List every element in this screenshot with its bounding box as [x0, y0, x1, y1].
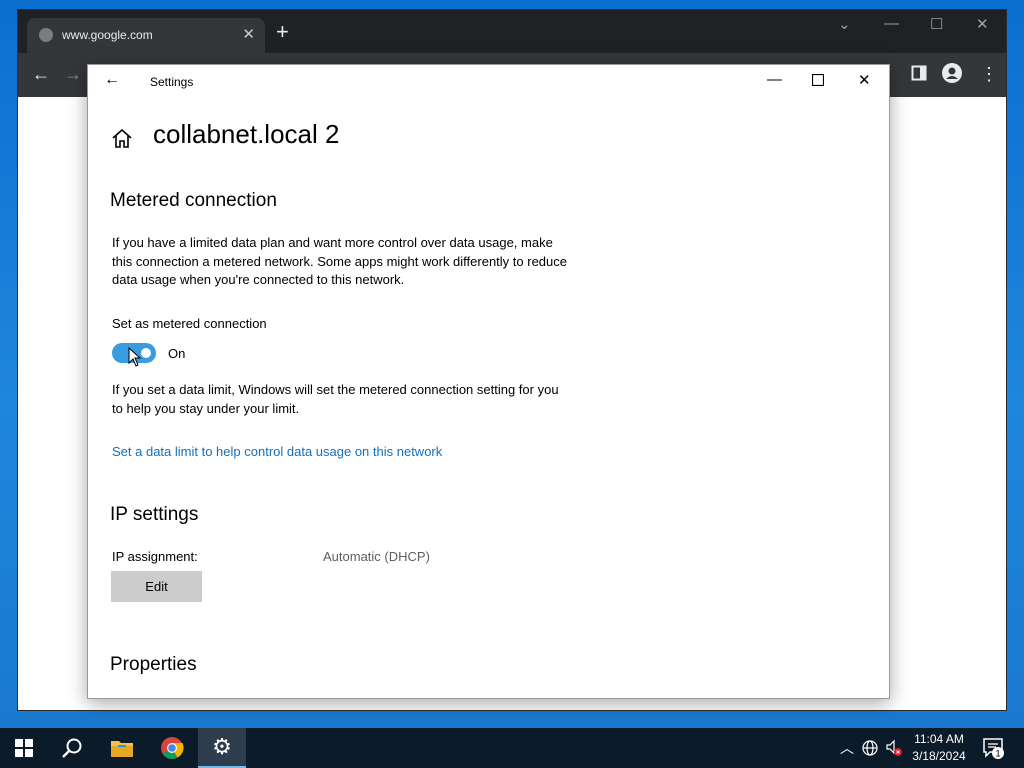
gear-icon: ⚙ [212, 734, 232, 759]
toggle-knob [141, 348, 151, 358]
set-data-limit-link[interactable]: Set a data limit to help control data us… [112, 444, 442, 459]
settings-window: ← Settings — ✕ collabnet.local 2 Metered… [87, 64, 890, 699]
notification-count: 1 [995, 749, 1000, 759]
folder-icon [111, 741, 133, 757]
clock-date: 3/18/2024 [912, 749, 966, 763]
mouse-cursor-icon [128, 347, 142, 367]
edit-ip-button[interactable]: Edit [111, 571, 202, 602]
profile-icon[interactable] [942, 63, 962, 88]
chevron-down-icon[interactable]: ⌄ [838, 15, 851, 33]
kebab-menu-icon[interactable]: ⋮ [980, 64, 998, 85]
settings-window-title: Settings [150, 75, 194, 89]
settings-maximize-button[interactable] [811, 70, 825, 90]
chrome-taskbar-button[interactable] [148, 728, 196, 768]
taskbar: ⚙ ︿ 11:04 AM 3/18/2024 1 [0, 728, 1024, 768]
clock-time: 11:04 AM [914, 732, 964, 746]
new-tab-button[interactable]: + [276, 21, 289, 43]
properties-heading: Properties [110, 654, 197, 675]
browser-minimize-button[interactable]: — [884, 15, 899, 32]
notification-icon[interactable]: 1 [982, 736, 1006, 760]
tab-title: www.google.com [62, 28, 153, 42]
browser-close-button[interactable]: ✕ [976, 15, 989, 33]
tab-close-icon[interactable]: ✕ [242, 25, 255, 43]
tab-strip: www.google.com ✕ + ⌄ — ☐ ✕ [18, 10, 1006, 53]
search-icon [62, 738, 82, 758]
chrome-icon [161, 737, 184, 759]
home-icon[interactable] [110, 127, 134, 151]
network-globe-icon[interactable] [862, 740, 878, 756]
metered-description: If you have a limited data plan and want… [112, 235, 567, 287]
globe-icon [39, 28, 53, 42]
side-panel-icon[interactable] [911, 65, 927, 86]
data-limit-note: If you set a data limit, Windows will se… [112, 382, 559, 416]
metered-toggle-label: Set as metered connection [112, 316, 267, 331]
ip-assignment-value: Automatic (DHCP) [323, 549, 430, 564]
speaker-muted-icon[interactable] [885, 739, 903, 757]
back-arrow-icon[interactable]: ← [32, 64, 50, 85]
ip-settings-heading: IP settings [110, 504, 199, 525]
search-button[interactable] [48, 728, 96, 768]
ip-assignment-label: IP assignment: [112, 549, 198, 564]
settings-taskbar-button[interactable]: ⚙ [198, 728, 246, 768]
settings-close-button[interactable]: ✕ [858, 71, 871, 89]
settings-minimize-button[interactable]: — [767, 71, 782, 88]
browser-maximize-button[interactable]: ☐ [930, 15, 943, 33]
windows-logo-icon [15, 739, 33, 757]
page-title: collabnet.local 2 [153, 119, 340, 149]
settings-titlebar: ← Settings — ✕ [88, 65, 889, 98]
browser-tab[interactable]: www.google.com ✕ [27, 18, 265, 53]
start-button[interactable] [0, 728, 48, 768]
file-explorer-button[interactable] [98, 728, 146, 768]
tray-chevron-up-icon[interactable]: ︿ [840, 738, 854, 758]
forward-arrow-icon[interactable]: → [64, 64, 82, 85]
back-arrow-icon[interactable]: ← [104, 71, 120, 89]
metered-connection-heading: Metered connection [110, 190, 277, 211]
toggle-state-text: On [168, 346, 186, 361]
system-clock[interactable]: 11:04 AM 3/18/2024 [905, 731, 973, 765]
